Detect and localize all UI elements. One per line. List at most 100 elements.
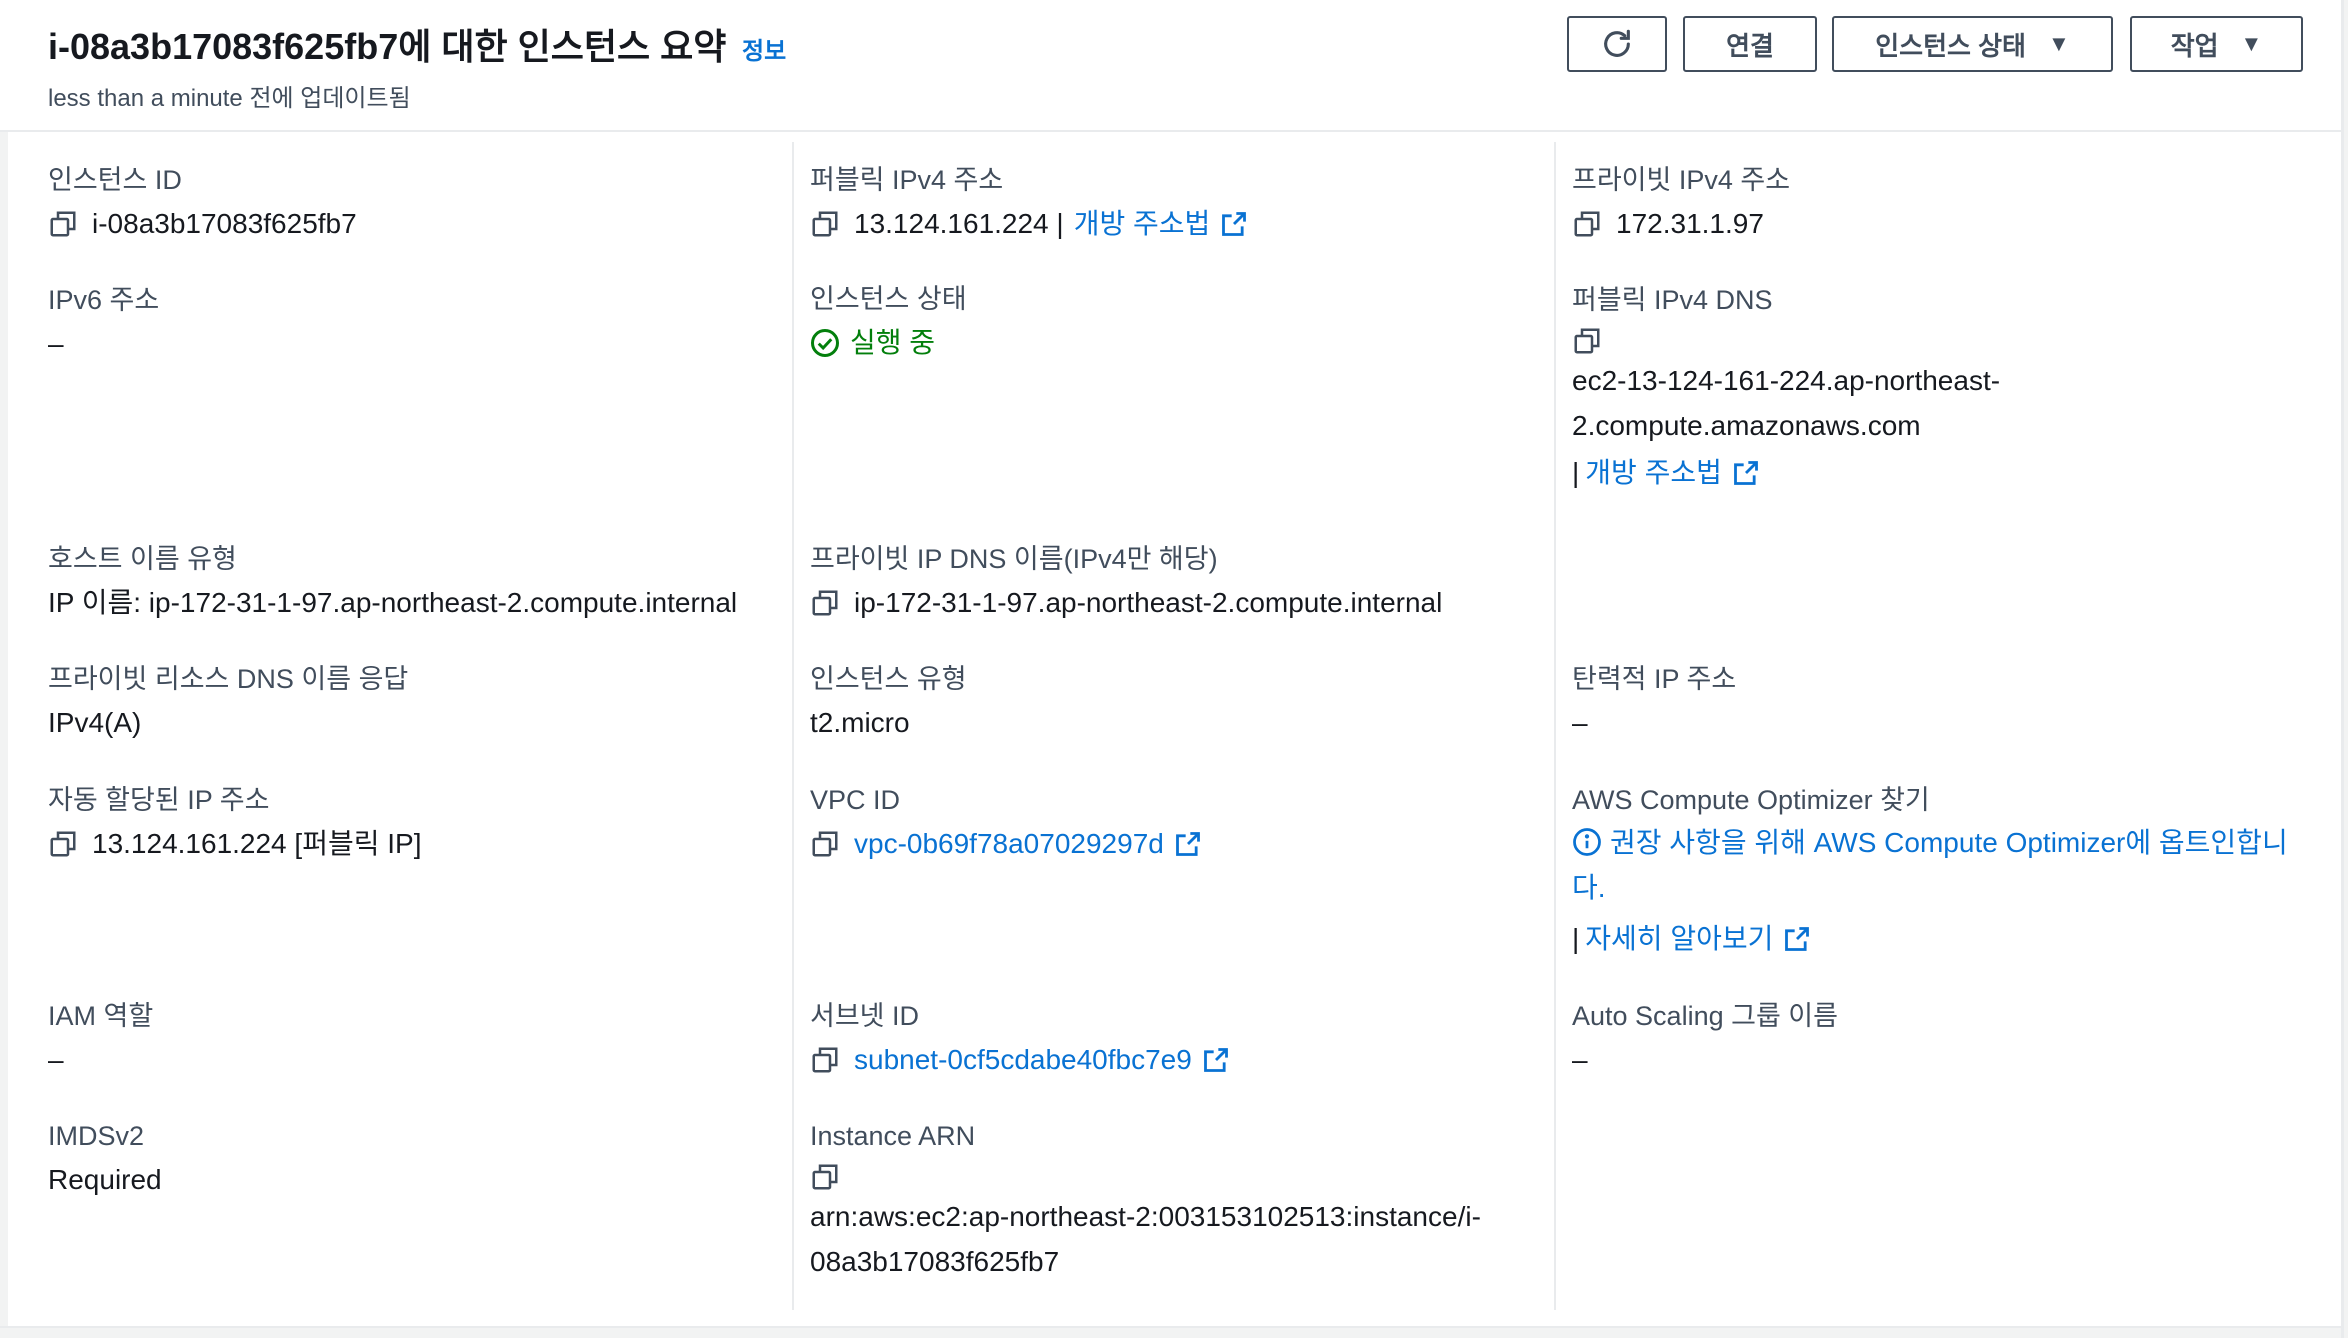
caret-down-icon: ▼: [2240, 31, 2263, 56]
success-check-icon: [811, 329, 839, 357]
public-dns-value: ec2-13-124-161-224.ap-northeast- 2.compu…: [1572, 358, 2000, 495]
field-label: IMDSv2: [48, 1121, 145, 1151]
field-value: vpc-0b69f78a07029297d: [810, 826, 1202, 862]
field-label: 인스턴스 상태: [810, 284, 967, 314]
connect-button[interactable]: 연결: [1683, 16, 1817, 72]
field-compute-optimizer: AWS Compute Optimizer 찾기 권장 사항을 위해 AWS C…: [1572, 782, 2302, 961]
column-divider: [792, 142, 794, 1310]
elastic-ip-value: –: [1572, 707, 1588, 738]
copy-icon[interactable]: [810, 829, 840, 859]
instance-state-label: 인스턴스 상태: [1875, 30, 2026, 61]
optimizer-text-line: 권장 사항을 위해 AWS Compute Optimizer에 옵트인합니: [1610, 827, 2288, 858]
field-value: 13.124.161.224 [퍼블릭 IP]: [48, 826, 422, 862]
copy-icon[interactable]: [1572, 326, 1602, 356]
instance-arn-line: arn:aws:ec2:ap-northeast-2:003153102513:…: [810, 1201, 1481, 1232]
instance-state-value: 실행 중: [850, 327, 936, 358]
field-instance-id: 인스턴스 ID i-08a3b17083f625fb7: [48, 162, 357, 242]
public-ipv4-value: 13.124.161.224 |: [854, 208, 1064, 239]
field-value: ip-172-31-1-97.ap-northeast-2.compute.in…: [810, 585, 1442, 621]
field-label: 퍼블릭 IPv4 주소: [810, 165, 1004, 195]
copy-icon[interactable]: [48, 209, 78, 239]
resource-dns-value: IPv4(A): [48, 707, 142, 738]
refresh-button[interactable]: [1567, 16, 1667, 72]
field-public-dns: 퍼블릭 IPv4 DNS ec2-13-124-161-224.ap-north…: [1572, 282, 2000, 495]
copy-icon[interactable]: [48, 829, 78, 859]
field-resource-dns: 프라이빗 리소스 DNS 이름 응답 IPv4(A): [48, 661, 408, 741]
field-value: subnet-0cf5cdabe40fbc7e9: [810, 1042, 1230, 1078]
field-label: AWS Compute Optimizer 찾기: [1572, 785, 1930, 815]
field-auto-assigned-ip: 자동 할당된 IP 주소 13.124.161.224 [퍼블릭 IP]: [48, 782, 422, 862]
left-edge: [0, 0, 8, 1338]
info-link[interactable]: 정보: [742, 31, 786, 66]
field-value: [810, 1162, 1481, 1192]
field-vpc-id: VPC ID vpc-0b69f78a07029297d: [810, 782, 1202, 862]
field-value: 실행 중: [810, 325, 967, 361]
field-iam-role: IAM 역할 –: [48, 998, 153, 1078]
asg-name-value: –: [1572, 1044, 1588, 1075]
instance-arn-value: arn:aws:ec2:ap-northeast-2:003153102513:…: [810, 1194, 1481, 1284]
copy-icon[interactable]: [810, 209, 840, 239]
info-icon: [1573, 828, 1601, 856]
public-dns-line: ec2-13-124-161-224.ap-northeast-: [1572, 365, 2001, 396]
field-label: 인스턴스 ID: [48, 165, 182, 195]
field-label: 자동 할당된 IP 주소: [48, 785, 270, 815]
external-link-icon[interactable]: [1220, 210, 1248, 238]
instance-state-dropdown[interactable]: 인스턴스 상태 ▼: [1832, 16, 2113, 72]
subnet-id-link[interactable]: subnet-0cf5cdabe40fbc7e9: [854, 1042, 1192, 1078]
public-dns-line: 2.compute.amazonaws.com: [1572, 410, 1921, 441]
field-label: 퍼블릭 IPv4 DNS: [1572, 285, 1773, 315]
learn-more-link[interactable]: 자세히 알아보기: [1585, 916, 1773, 961]
external-link-icon[interactable]: [1732, 459, 1760, 487]
field-instance-arn: Instance ARN arn:aws:ec2:ap-northeast-2:…: [810, 1118, 1481, 1284]
field-value: [1572, 326, 2000, 356]
updated-timestamp: less than a minute 전에 업데이트됨: [48, 85, 411, 112]
field-instance-state: 인스턴스 상태 실행 중: [810, 281, 967, 361]
open-address-link[interactable]: 개방 주소법: [1074, 206, 1211, 242]
field-label: 프라이빗 리소스 DNS 이름 응답: [48, 664, 409, 694]
field-value: i-08a3b17083f625fb7: [48, 206, 357, 242]
optimizer-opt-in-link[interactable]: 권장 사항을 위해 AWS Compute Optimizer에 옵트인합니: [1572, 820, 2302, 865]
actions-label: 작업: [2170, 30, 2219, 61]
page-title: i-08a3b17083f625fb7에 대한 인스턴스 요약: [48, 26, 727, 67]
copy-icon[interactable]: [810, 588, 840, 618]
instance-id-value: i-08a3b17083f625fb7: [92, 208, 357, 239]
open-address-link[interactable]: 개방 주소법: [1585, 450, 1722, 495]
optimizer-value: 권장 사항을 위해 AWS Compute Optimizer에 옵트인합니 다…: [1572, 820, 2302, 961]
ipv6-value: –: [48, 328, 64, 359]
actions-dropdown[interactable]: 작업 ▼: [2130, 16, 2303, 72]
field-public-ipv4: 퍼블릭 IPv4 주소 13.124.161.224 | 개방 주소법: [810, 162, 1248, 242]
copy-icon[interactable]: [810, 1162, 840, 1192]
field-label: 인스턴스 유형: [810, 664, 967, 694]
summary-header: i-08a3b17083f625fb7에 대한 인스턴스 요약 정보 less …: [0, 0, 2341, 132]
panel-footer: [0, 1326, 2341, 1338]
optimizer-text-line[interactable]: 다.: [1572, 865, 2302, 910]
copy-icon[interactable]: [1572, 209, 1602, 239]
field-label: 서브넷 ID: [810, 1001, 920, 1031]
caret-down-icon: ▼: [2047, 31, 2070, 56]
copy-icon[interactable]: [810, 1045, 840, 1075]
auto-assigned-ip-value: 13.124.161.224 [퍼블릭 IP]: [92, 828, 422, 859]
external-link-icon[interactable]: [1202, 1046, 1230, 1074]
field-label: 프라이빗 IPv4 주소: [1572, 165, 1791, 195]
field-value: 172.31.1.97: [1572, 206, 1790, 242]
field-private-ipv4: 프라이빗 IPv4 주소 172.31.1.97: [1572, 162, 1790, 242]
field-label: IAM 역할: [48, 1001, 154, 1031]
hostname-type-value: IP 이름: ip-172-31-1-97.ap-northeast-2.com…: [48, 587, 738, 618]
instance-type-value: t2.micro: [810, 707, 910, 738]
external-link-icon[interactable]: [1174, 830, 1202, 858]
field-subnet-id: 서브넷 ID subnet-0cf5cdabe40fbc7e9: [810, 998, 1230, 1078]
field-asg-name: Auto Scaling 그룹 이름 –: [1572, 998, 1838, 1078]
field-label: 프라이빗 IP DNS 이름(IPv4만 해당): [810, 544, 1218, 574]
separator: |: [1572, 923, 1580, 954]
refresh-icon: [1604, 29, 1630, 57]
vpc-id-link[interactable]: vpc-0b69f78a07029297d: [854, 826, 1164, 862]
iam-role-value: –: [48, 1044, 64, 1075]
field-label: Instance ARN: [810, 1121, 976, 1151]
field-imdsv2: IMDSv2 Required: [48, 1118, 162, 1198]
connect-button-label: 연결: [1726, 30, 1774, 61]
external-link-icon[interactable]: [1783, 925, 1811, 953]
imdsv2-value: Required: [48, 1164, 162, 1195]
learn-more-row: | 자세히 알아보기: [1572, 916, 2302, 961]
separator: |: [1572, 457, 1580, 488]
field-instance-type: 인스턴스 유형 t2.micro: [810, 661, 967, 741]
